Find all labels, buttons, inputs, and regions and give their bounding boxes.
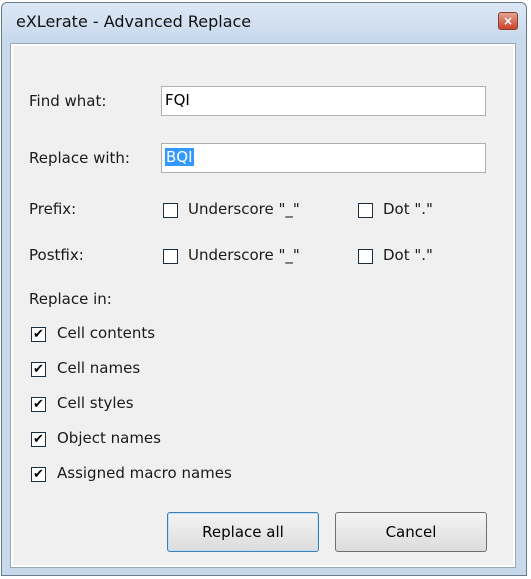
object-names-checkbox[interactable]: ✔ (31, 432, 46, 447)
cancel-button[interactable]: Cancel (335, 512, 487, 552)
object-names-label[interactable]: Object names (57, 429, 161, 447)
replace-with-input[interactable]: BQI (161, 143, 486, 173)
postfix-underscore-checkbox[interactable] (163, 249, 178, 264)
checkmark-icon: ✔ (33, 327, 44, 342)
dialog-client-area: Find what: FQI Replace with: BQI Prefix:… (10, 43, 516, 568)
cell-names-label[interactable]: Cell names (57, 359, 140, 377)
window-title: eXLerate - Advanced Replace (16, 12, 252, 31)
replace-with-value: BQI (165, 148, 194, 166)
replace-all-label: Replace all (202, 523, 284, 541)
prefix-dot-checkbox[interactable] (358, 203, 373, 218)
assigned-macro-names-checkbox[interactable]: ✔ (31, 467, 46, 482)
checkmark-icon: ✔ (33, 467, 44, 482)
prefix-underscore-checkbox[interactable] (163, 203, 178, 218)
postfix-dot-checkbox[interactable] (358, 249, 373, 264)
checkmark-icon: ✔ (33, 397, 44, 412)
find-what-label: Find what: (29, 92, 107, 110)
close-icon: × (502, 14, 514, 28)
replace-all-button[interactable]: Replace all (167, 512, 319, 552)
checkmark-icon: ✔ (33, 432, 44, 447)
dialog-window: eXLerate - Advanced Replace × Find what:… (1, 2, 527, 576)
find-what-value: FQI (165, 91, 190, 109)
replace-with-label: Replace with: (29, 149, 130, 167)
checkmark-icon: ✔ (33, 362, 44, 377)
replace-in-label: Replace in: (29, 290, 112, 308)
postfix-dot-label[interactable]: Dot "." (383, 246, 433, 264)
prefix-label: Prefix: (29, 200, 77, 218)
cell-styles-checkbox[interactable]: ✔ (31, 397, 46, 412)
cancel-label: Cancel (385, 523, 437, 541)
prefix-dot-label[interactable]: Dot "." (383, 200, 433, 218)
cell-contents-checkbox[interactable]: ✔ (31, 327, 46, 342)
prefix-underscore-label[interactable]: Underscore "_" (188, 200, 300, 218)
find-what-input[interactable]: FQI (161, 86, 486, 116)
title-bar[interactable]: eXLerate - Advanced Replace × (2, 3, 526, 43)
postfix-label: Postfix: (29, 246, 84, 264)
cell-contents-label[interactable]: Cell contents (57, 324, 155, 342)
postfix-underscore-label[interactable]: Underscore "_" (188, 246, 300, 264)
close-button[interactable]: × (498, 12, 518, 30)
assigned-macro-names-label[interactable]: Assigned macro names (57, 464, 232, 482)
dialog-content: Find what: FQI Replace with: BQI Prefix:… (13, 46, 513, 565)
cell-styles-label[interactable]: Cell styles (57, 394, 134, 412)
cell-names-checkbox[interactable]: ✔ (31, 362, 46, 377)
